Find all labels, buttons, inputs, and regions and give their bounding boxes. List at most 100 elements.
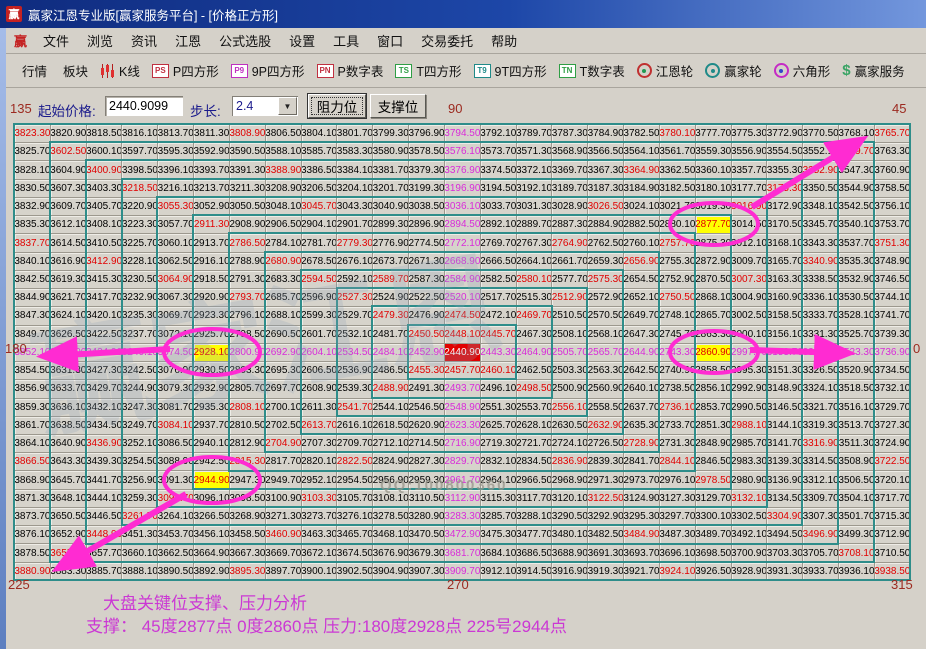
grid-cell[interactable]: 3573.70: [481, 143, 517, 161]
grid-cell[interactable]: 3674.50: [337, 544, 373, 562]
grid-cell[interactable]: 3477.70: [517, 526, 553, 544]
grid-cell[interactable]: 2637.70: [624, 399, 660, 417]
grid-cell[interactable]: 3732.10: [875, 380, 911, 398]
grid-cell[interactable]: 3362.50: [660, 161, 696, 179]
grid-cell[interactable]: 3724.90: [875, 435, 911, 453]
grid-cell[interactable]: 3156.10: [767, 326, 803, 344]
grid-cell[interactable]: 3552.10: [803, 143, 839, 161]
grid-cell[interactable]: 2654.50: [624, 271, 660, 289]
grid-cell[interactable]: 3326.50: [803, 362, 839, 380]
grid-cell[interactable]: 3141.70: [767, 435, 803, 453]
grid-cell[interactable]: 2592.10: [337, 271, 373, 289]
grid-cell[interactable]: 3019.30: [696, 198, 732, 216]
grid-cell[interactable]: 2930.50: [194, 362, 230, 380]
grid-cell[interactable]: 2632.90: [588, 417, 624, 435]
grid-cell[interactable]: 2599.30: [302, 307, 338, 325]
grid-cell[interactable]: 3400.90: [87, 161, 123, 179]
grid-cell[interactable]: 3460.90: [266, 526, 302, 544]
grid-cell[interactable]: 2817.70: [266, 453, 302, 471]
grid-cell[interactable]: 2800.90: [230, 344, 266, 362]
grid-cell[interactable]: 3285.70: [481, 508, 517, 526]
grid-cell[interactable]: 3715.30: [875, 508, 911, 526]
grid-cell[interactable]: 3912.10: [481, 563, 517, 581]
grid-cell[interactable]: 3165.70: [767, 253, 803, 271]
grid-cell[interactable]: 3547.30: [839, 161, 875, 179]
grid-cell[interactable]: 2769.70: [481, 234, 517, 252]
grid-cell[interactable]: 3048.10: [266, 198, 302, 216]
grid-cell[interactable]: 3146.50: [767, 399, 803, 417]
grid-cell[interactable]: 3885.70: [87, 563, 123, 581]
grid-cell[interactable]: 3369.70: [552, 161, 588, 179]
grid-cell[interactable]: 2906.50: [266, 216, 302, 234]
grid-cell[interactable]: 2824.90: [373, 453, 409, 471]
grid-cell[interactable]: 2460.10: [481, 362, 517, 380]
grid-cell[interactable]: 2949.70: [266, 471, 302, 489]
grid-cell[interactable]: 3403.30: [87, 180, 123, 198]
resistance-button[interactable]: 阻力位: [308, 94, 366, 118]
toolbar-item-9T四方形[interactable]: T99T四方形: [468, 61, 553, 80]
grid-cell[interactable]: 3768.10: [839, 125, 875, 143]
grid-cell[interactable]: 3720.10: [875, 471, 911, 489]
grid-cell[interactable]: 3033.70: [481, 198, 517, 216]
grid-cell[interactable]: 2529.70: [337, 307, 373, 325]
grid-cell[interactable]: 3830.50: [15, 180, 51, 198]
grid-cell[interactable]: 3338.50: [803, 271, 839, 289]
grid-cell[interactable]: 3631.30: [51, 362, 87, 380]
grid-cell[interactable]: 3655.30: [51, 544, 87, 562]
grid-cell[interactable]: 2474.50: [445, 307, 481, 325]
grid-cell[interactable]: 2721.70: [517, 435, 553, 453]
grid-cell[interactable]: 2493.70: [445, 380, 481, 398]
grid-cell[interactable]: 3448.90: [87, 526, 123, 544]
grid-cell[interactable]: 2978.50: [696, 471, 732, 489]
grid-cell[interactable]: 2784.10: [266, 234, 302, 252]
grid-cell[interactable]: 2719.30: [481, 435, 517, 453]
grid-cell[interactable]: 3520.90: [839, 362, 875, 380]
grid-cell[interactable]: 2726.50: [588, 435, 624, 453]
grid-cell[interactable]: 3064.90: [158, 271, 194, 289]
grid-cell[interactable]: 3571.30: [517, 143, 553, 161]
grid-cell[interactable]: 2846.50: [696, 453, 732, 471]
grid-cell[interactable]: 3568.90: [552, 143, 588, 161]
grid-cell[interactable]: 2532.10: [337, 326, 373, 344]
grid-cell[interactable]: 3312.10: [803, 471, 839, 489]
grid-cell[interactable]: 3216.10: [158, 180, 194, 198]
grid-cell[interactable]: 3079.30: [158, 380, 194, 398]
grid-cell[interactable]: 3036.10: [445, 198, 481, 216]
grid-cell[interactable]: 3607.30: [51, 180, 87, 198]
grid-cell[interactable]: 2613.70: [302, 417, 338, 435]
grid-cell[interactable]: 3684.10: [481, 544, 517, 562]
grid-cell[interactable]: 2944.90: [194, 471, 230, 489]
grid-cell[interactable]: 3919.30: [588, 563, 624, 581]
grid-cell[interactable]: 3014.50: [732, 216, 768, 234]
grid-cell[interactable]: 2752.90: [660, 271, 696, 289]
grid-cell[interactable]: 3295.30: [624, 508, 660, 526]
grid-cell[interactable]: 3628.90: [51, 344, 87, 362]
grid-cell[interactable]: 3705.70: [803, 544, 839, 562]
grid-cell[interactable]: 2644.90: [624, 344, 660, 362]
grid-cell[interactable]: 2467.30: [517, 326, 553, 344]
grid-cell[interactable]: 3854.50: [15, 362, 51, 380]
grid-cell[interactable]: 3736.90: [875, 344, 911, 362]
grid-cell[interactable]: 2966.50: [517, 471, 553, 489]
grid-cell[interactable]: 3686.50: [517, 544, 553, 562]
grid-cell[interactable]: 3758.50: [875, 180, 911, 198]
grid-cell[interactable]: 2724.10: [552, 435, 588, 453]
grid-cell[interactable]: 3554.50: [767, 143, 803, 161]
grid-cell[interactable]: 3866.50: [15, 453, 51, 471]
grid-cell[interactable]: 2918.50: [194, 271, 230, 289]
grid-cell[interactable]: 2992.90: [732, 380, 768, 398]
grid-cell[interactable]: 3393.70: [194, 161, 230, 179]
grid-cell[interactable]: 2707.30: [302, 435, 338, 453]
grid-cell[interactable]: 2618.50: [373, 417, 409, 435]
grid-cell[interactable]: 3357.70: [732, 161, 768, 179]
grid-cell[interactable]: 3746.50: [875, 271, 911, 289]
grid-cell[interactable]: 2568.10: [588, 326, 624, 344]
grid-cell[interactable]: 3621.70: [51, 289, 87, 307]
grid-cell[interactable]: 3578.50: [409, 143, 445, 161]
grid-cell[interactable]: 2536.90: [337, 362, 373, 380]
grid-cell[interactable]: 2875.30: [696, 234, 732, 252]
grid-cell[interactable]: 3000.10: [732, 326, 768, 344]
grid-cell[interactable]: 2558.50: [588, 399, 624, 417]
grid-cell[interactable]: 2762.50: [588, 234, 624, 252]
grid-cell[interactable]: 3475.30: [481, 526, 517, 544]
